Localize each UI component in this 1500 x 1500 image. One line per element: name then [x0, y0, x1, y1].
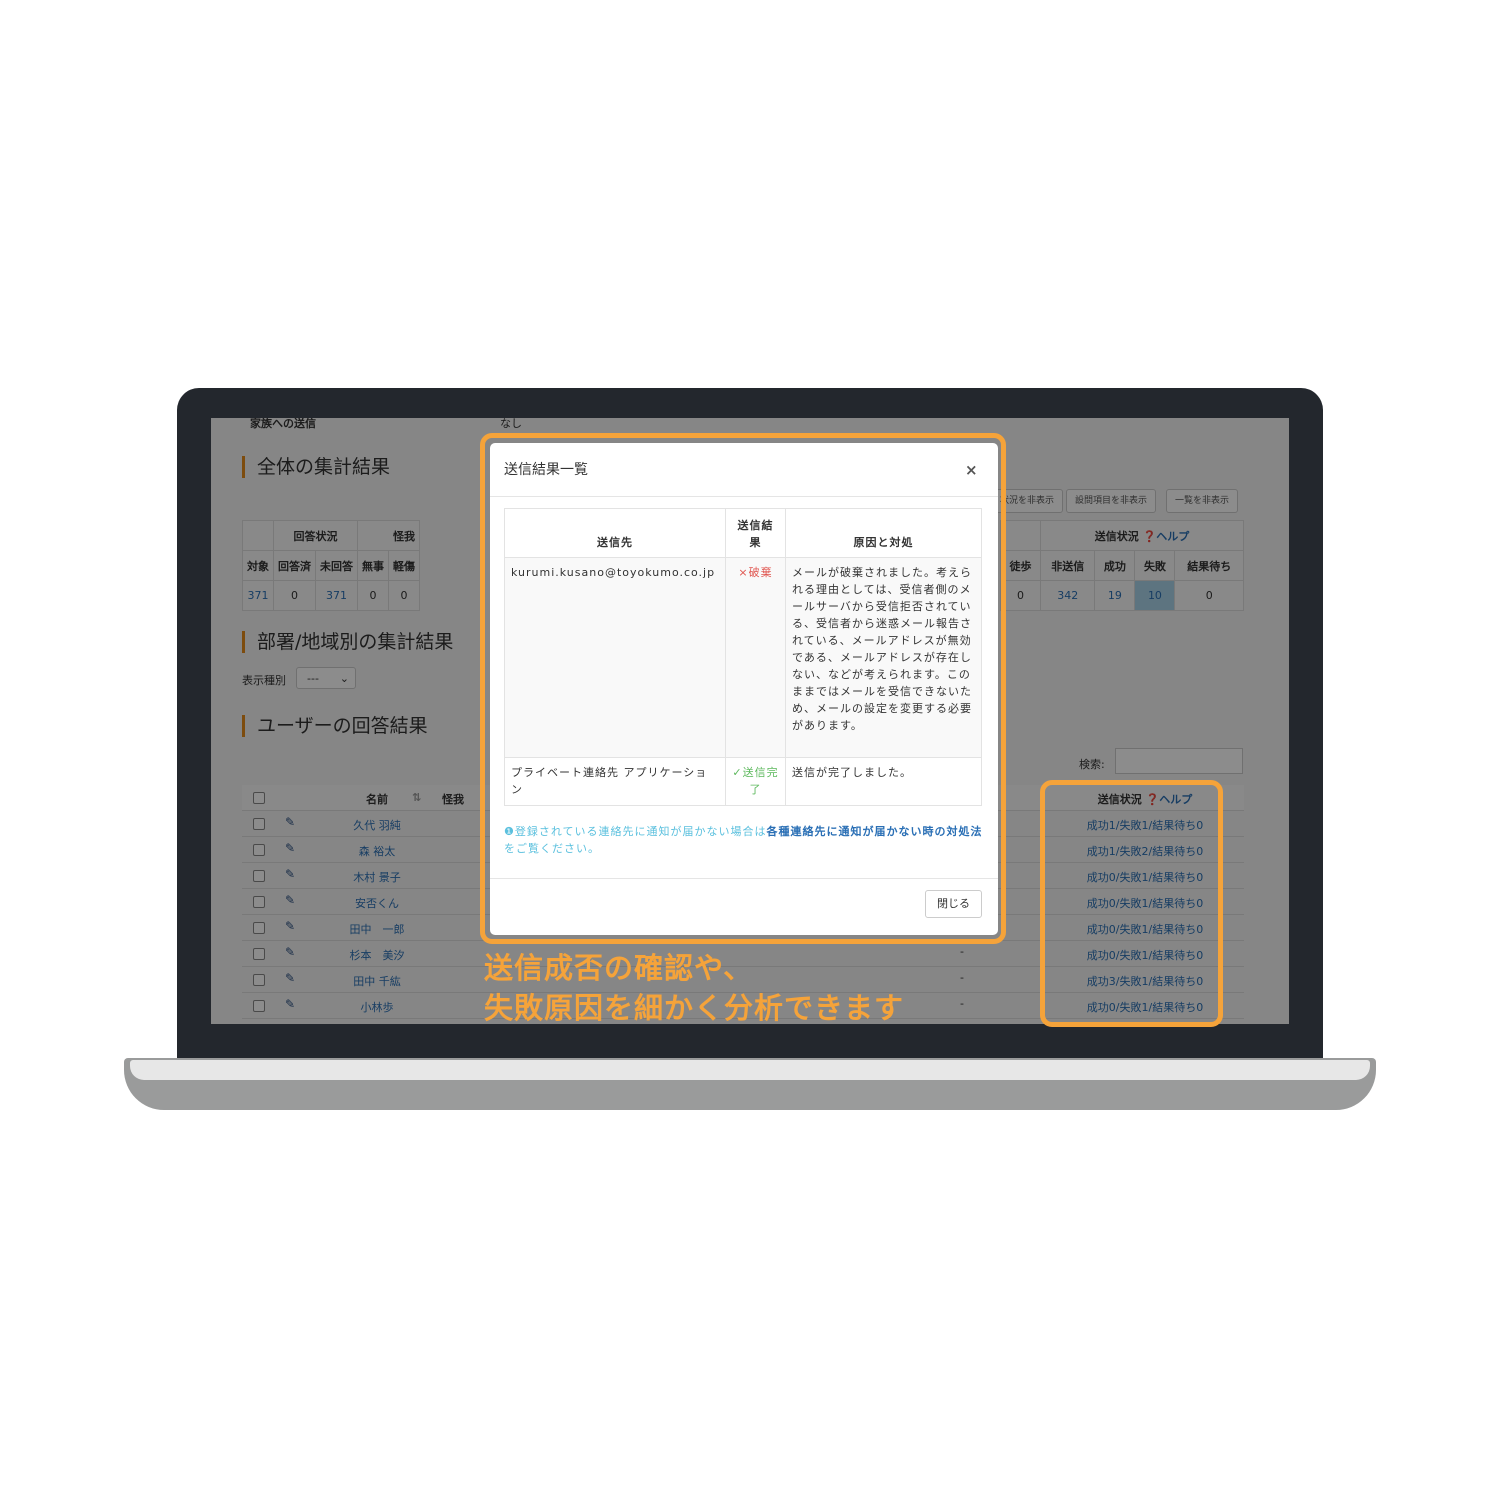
info-icon: ❶	[504, 825, 515, 838]
troubleshoot-link[interactable]: 各種連絡先に通知が届かない時の対処法	[767, 825, 983, 838]
reason: メールが破棄されました。考えられる理由としては、受信者側のメールサーバから受信拒…	[785, 557, 982, 758]
col-dest: 送信先	[504, 508, 726, 558]
result-success: ✓送信完了	[725, 757, 786, 806]
highlight-frame-status	[1040, 780, 1223, 1027]
result-failed: ×破棄	[725, 557, 786, 758]
close-button[interactable]: 閉じる	[925, 890, 982, 918]
caption-line-2: 失敗原因を細かく分析できます	[484, 991, 905, 1025]
divider	[490, 878, 998, 879]
col-reason: 原因と対処	[785, 508, 982, 558]
result-row: プライベート連絡先 アプリケーション ✓送信完了 送信が完了しました。	[504, 757, 982, 806]
dest: プライベート連絡先 アプリケーション	[504, 757, 726, 806]
laptop-base-top	[130, 1060, 1370, 1080]
help-note: ❶登録されている連絡先に通知が届かない場合は各種連絡先に通知が届かない時の対処法…	[504, 825, 983, 855]
divider	[490, 496, 998, 497]
send-result-table: 送信先 送信結果 原因と対処 kurumi.kusano@toyokumo.co.j…	[504, 508, 982, 806]
result-row: kurumi.kusano@toyokumo.co.jp ×破棄 メールが破棄されま…	[504, 557, 982, 758]
send-result-modal: 送信結果一覧 × 送信先 送信結果 原因と対処 kurumi.kusano@toyo…	[490, 443, 998, 935]
close-icon[interactable]: ×	[965, 461, 978, 479]
modal-title: 送信結果一覧	[504, 462, 588, 478]
reason: 送信が完了しました。	[785, 757, 982, 806]
dest: kurumi.kusano@toyokumo.co.jp	[504, 557, 726, 758]
col-result: 送信結果	[725, 508, 786, 558]
caption-line-1: 送信成否の確認や、	[484, 951, 754, 985]
